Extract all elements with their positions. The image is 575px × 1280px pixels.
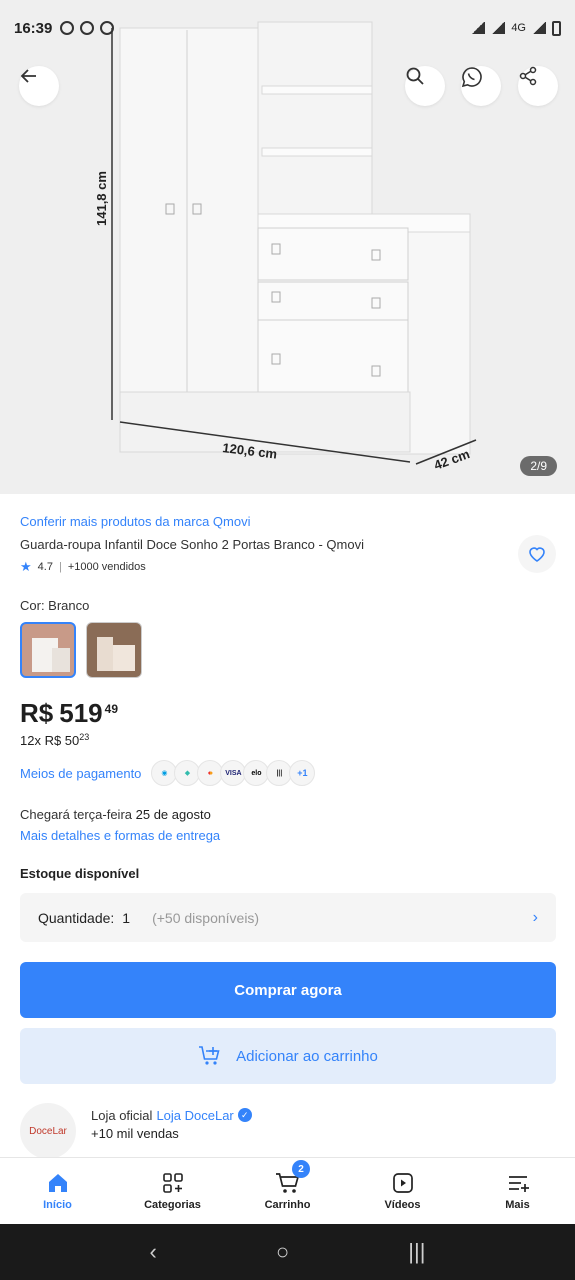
separator: |	[58, 561, 62, 573]
store-logo[interactable]: DoceLar	[20, 1103, 76, 1159]
price: R$ 519 49	[20, 698, 118, 729]
nav-label: Carrinho	[264, 1199, 311, 1211]
battery-icon	[552, 20, 561, 36]
chevron-right-icon: ›	[532, 908, 538, 926]
quantity-selector[interactable]: Quantidade: 1 (+50 disponíveis) ›	[20, 893, 556, 942]
nav-item-videos[interactable]: Vídeos	[345, 1158, 460, 1224]
system-home-icon[interactable]: ○	[276, 1239, 289, 1265]
arrow-left-icon	[20, 69, 36, 83]
heart-icon	[529, 547, 545, 562]
store-details: Loja oficial Loja DoceLar ✓ +10 mil vend…	[91, 1108, 252, 1141]
nav-item-carrinho[interactable]: 2 Carrinho	[230, 1158, 345, 1224]
delivery-date: 25 de agosto	[135, 807, 211, 822]
image-counter: 2/9	[520, 456, 557, 476]
add-cart-icon	[199, 1046, 220, 1065]
installments-cents: 23	[79, 732, 90, 742]
dimension-height: 141,8 cm	[94, 171, 109, 226]
price-cents: 49	[104, 702, 118, 716]
search-icon	[406, 67, 424, 85]
status-bar: 16:39 4G	[0, 0, 575, 56]
signal-icon-2	[532, 22, 546, 34]
nav-label: Categorias	[144, 1199, 201, 1211]
whatsapp-button[interactable]	[461, 66, 501, 106]
store-prefix: Loja oficial	[91, 1107, 153, 1123]
payment-methods[interactable]: Meios de pagamento ◉ ◆ ● ● VISA elo ||| +…	[20, 760, 316, 786]
sold-count: +1000 vendidos	[67, 561, 146, 573]
delivery-prefix: Chegará terça-feira	[20, 807, 136, 822]
verified-icon: ✓	[237, 1108, 252, 1122]
installments: 12x R$ 50 23	[20, 732, 90, 748]
whatsapp-notification-icon	[60, 21, 75, 35]
categories-icon	[162, 1173, 183, 1193]
store-info[interactable]: DoceLar Loja oficial Loja DoceLar ✓ +10 …	[20, 1103, 252, 1159]
price-integer: 519	[59, 698, 103, 728]
system-back-icon[interactable]: ‹	[150, 1239, 157, 1265]
notification-icons	[60, 21, 115, 35]
add-to-cart-button[interactable]: Adicionar ao carrinho	[20, 1028, 556, 1084]
status-time: 16:39	[14, 19, 53, 37]
brand-link[interactable]: Conferir mais produtos da marca Qmovi	[20, 514, 250, 529]
menu-icon	[508, 1176, 529, 1192]
store-logo-text: DoceLar	[29, 1125, 67, 1137]
delivery-details-link[interactable]: Mais detalhes e formas de entrega	[20, 828, 220, 843]
signal-icon	[491, 22, 506, 34]
installments-amount: 12x R$ 50	[20, 733, 80, 748]
rating-value: 4.7	[37, 561, 53, 573]
quantity-available: (+50 disponíveis)	[152, 909, 260, 926]
cart-badge: 2	[292, 1160, 310, 1178]
nav-label: Início	[43, 1199, 72, 1211]
nav-item-inicio[interactable]: Início	[0, 1158, 115, 1224]
buy-now-button[interactable]: Comprar agora	[20, 962, 556, 1018]
nav-label: Mais	[505, 1199, 530, 1211]
stock-label: Estoque disponível	[20, 866, 140, 881]
back-button[interactable]	[19, 66, 59, 106]
network-type: 4G	[511, 22, 526, 34]
rating-row[interactable]: ★ 4.7 | +1000 vendidos	[20, 559, 146, 575]
star-icon: ★	[20, 559, 32, 574]
nav-item-categorias[interactable]: Categorias	[115, 1158, 230, 1224]
store-sales: +10 mil vendas	[91, 1125, 179, 1141]
store-title: Loja oficial Loja DoceLar ✓	[91, 1108, 252, 1123]
product-image-gallery[interactable]: 141,8 cm 120,6 cm 42 cm 2/9	[0, 0, 575, 494]
instagram-notification-icon	[100, 21, 115, 35]
color-label: Cor: Branco	[20, 598, 90, 613]
whatsapp-icon	[461, 67, 482, 88]
home-icon	[48, 1174, 67, 1192]
favorite-button[interactable]	[518, 535, 556, 573]
system-recents-icon[interactable]: |||	[408, 1239, 425, 1265]
share-button[interactable]	[518, 66, 558, 106]
status-right: 4G	[471, 20, 561, 36]
quantity-value: 1	[122, 909, 131, 926]
bottom-nav: Início Categorias 2 Carrinho Vídeos Mais	[0, 1157, 575, 1224]
color-swatch-alt[interactable]	[86, 622, 142, 678]
color-swatch-branco[interactable]	[20, 622, 76, 678]
system-nav-bar: ‹ ○ |||	[0, 1224, 575, 1280]
payment-icons: ◉ ◆ ● ● VISA elo ||| +1	[151, 760, 316, 786]
notification-icon	[80, 21, 95, 35]
search-button[interactable]	[405, 66, 445, 106]
payment-methods-link[interactable]: Meios de pagamento	[20, 766, 141, 781]
price-currency: R$	[20, 698, 54, 728]
share-icon	[519, 66, 537, 86]
store-name-link[interactable]: Loja DoceLar	[156, 1108, 233, 1123]
product-title: Guarda-roupa Infantil Doce Sonho 2 Porta…	[20, 537, 364, 552]
nav-item-mais[interactable]: Mais	[460, 1158, 575, 1224]
payment-more[interactable]: +1	[289, 760, 316, 786]
quantity-label: Quantidade:	[38, 909, 115, 926]
wifi-icon	[471, 22, 486, 34]
add-to-cart-label: Adicionar ao carrinho	[236, 1047, 378, 1065]
nav-label: Vídeos	[384, 1199, 421, 1211]
video-icon	[392, 1173, 413, 1193]
delivery-estimate: Chegará terça-feira 25 de agosto	[20, 807, 211, 822]
